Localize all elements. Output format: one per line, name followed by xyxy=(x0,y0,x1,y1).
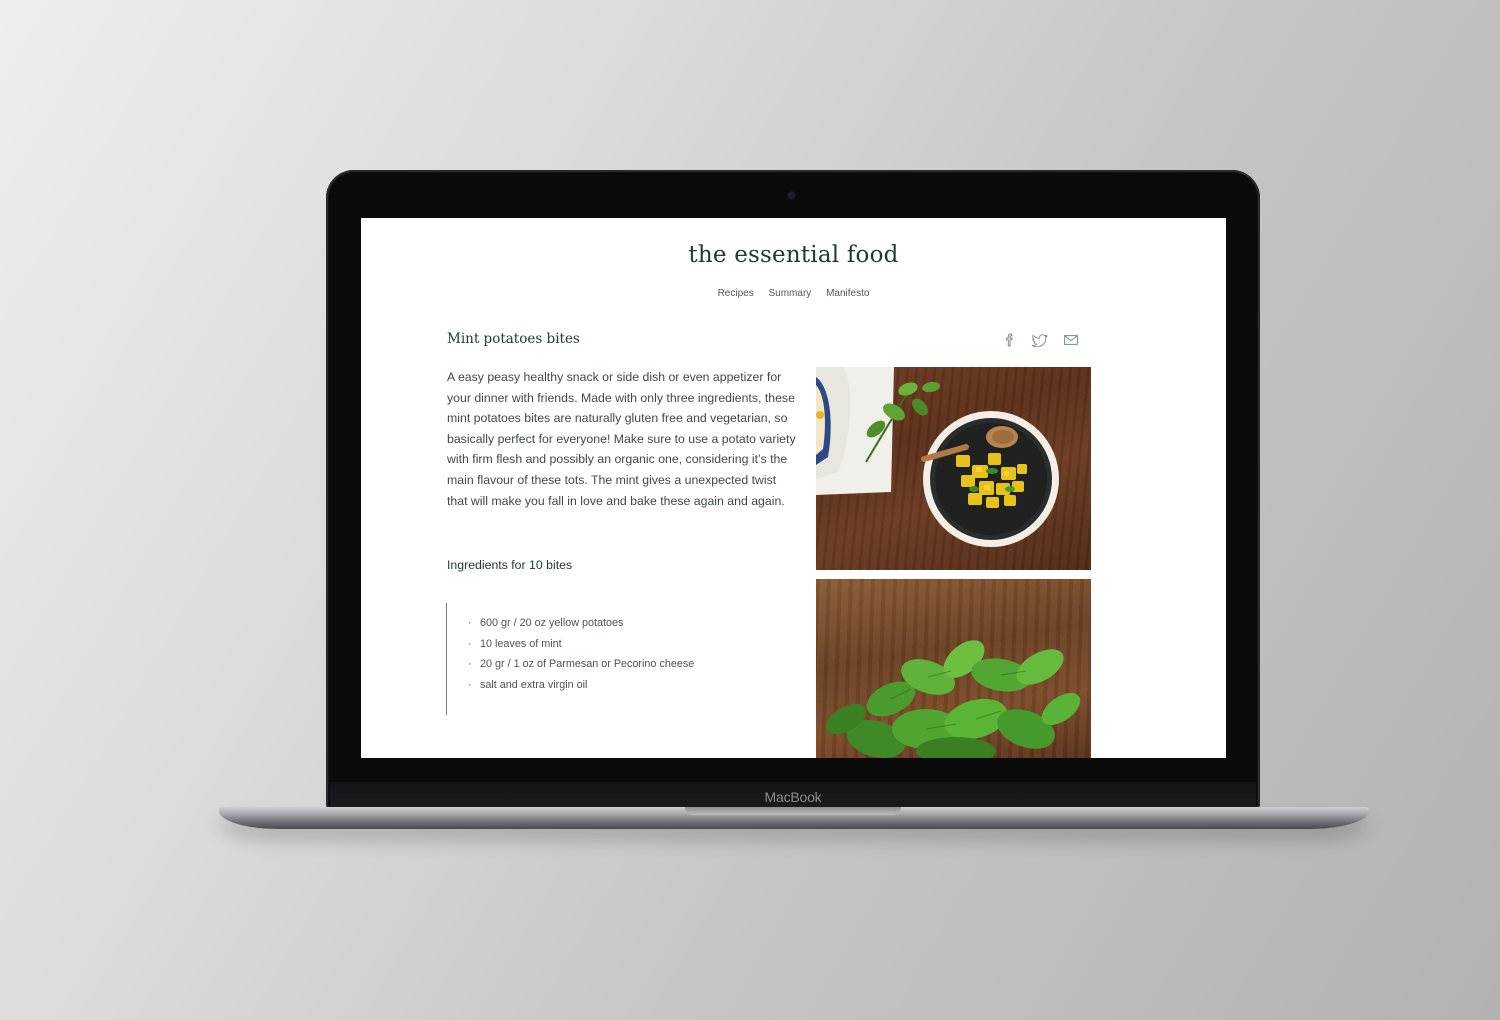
nav-link-manifesto[interactable]: Manifesto xyxy=(826,288,869,299)
nav-link-summary[interactable]: Summary xyxy=(768,288,811,299)
list-item: 10 leaves of mint xyxy=(468,634,694,655)
laptop-brand-label: MacBook xyxy=(764,789,822,805)
laptop-opening-notch xyxy=(685,807,901,815)
nav-link-recipes[interactable]: Recipes xyxy=(718,288,754,299)
site-title[interactable]: the essential food xyxy=(361,242,1226,268)
article-intro: A easy peasy healthy snack or side dish … xyxy=(447,370,796,508)
share-buttons xyxy=(1001,332,1079,348)
ingredients-list: 600 gr / 20 oz yellow potatoes 10 leaves… xyxy=(446,603,694,715)
website-screen: the essential food Recipes Summary Manif… xyxy=(361,218,1226,758)
camera xyxy=(788,192,795,199)
laptop-base xyxy=(219,807,1369,829)
site-nav: Recipes Summary Manifesto xyxy=(361,288,1226,299)
recipe-photo-bowl xyxy=(816,367,1091,570)
ingredients-heading: Ingredients for 10 bites xyxy=(447,558,573,572)
mail-icon[interactable] xyxy=(1063,332,1079,348)
list-item: salt and extra virgin oil xyxy=(468,675,694,696)
laptop-chin: MacBook xyxy=(330,782,1256,810)
list-item: 20 gr / 1 oz of Parmesan or Pecorino che… xyxy=(468,654,694,675)
facebook-icon[interactable] xyxy=(1001,332,1017,348)
article-title: Mint potatoes bites xyxy=(447,331,580,347)
list-item: 600 gr / 20 oz yellow potatoes xyxy=(468,613,694,634)
twitter-icon[interactable] xyxy=(1032,332,1048,348)
recipe-photo-mint xyxy=(816,579,1091,758)
